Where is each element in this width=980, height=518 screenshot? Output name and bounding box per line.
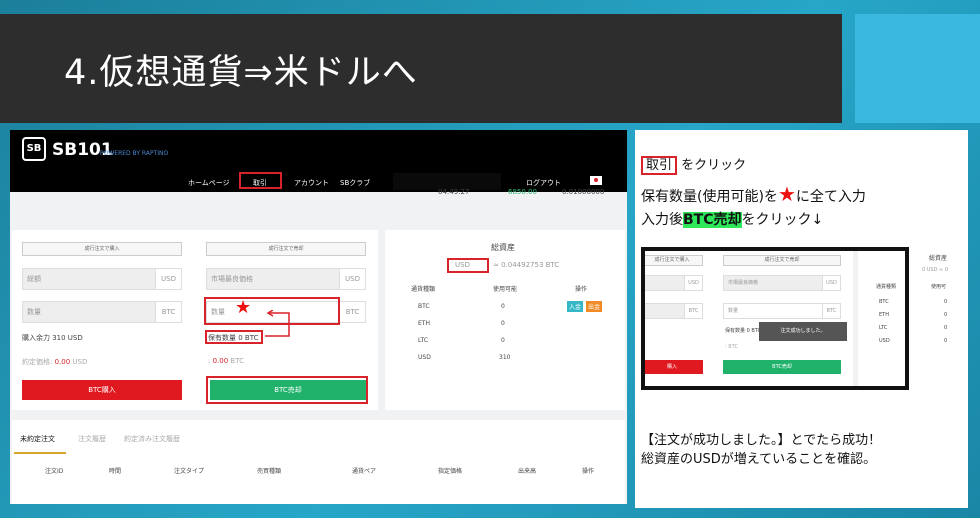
- instruction-line2-a: 保有数量(使用可能)を: [641, 189, 778, 205]
- tab-order-history[interactable]: 注文履歴: [78, 434, 106, 444]
- buy-fee: 約定価格: 0.00 USD: [22, 357, 87, 367]
- logo-icon: SB: [22, 137, 46, 161]
- row-currency: ETH: [418, 320, 430, 327]
- footer-line2: 総資産のUSDが増えていることを確認。: [641, 452, 877, 467]
- col-currency: 通貨種類: [411, 286, 436, 293]
- mini-frame: [641, 247, 909, 390]
- buy-qty-unit: BTC: [155, 302, 181, 322]
- row-currency: USD: [418, 354, 431, 361]
- row-currency: LTC: [418, 337, 429, 344]
- accent-box: [855, 14, 980, 123]
- col-action: 操作: [575, 286, 588, 293]
- row-available: 0: [501, 320, 505, 327]
- tab-filled-history[interactable]: 約定済み注文履歴: [124, 434, 180, 444]
- powered-by: POWERED BY RAPTINO: [100, 150, 169, 157]
- nav-bar: SB SB101 POWERED BY RAPTINO ホームページ 取引 アカ…: [10, 130, 627, 192]
- buy-qty-input[interactable]: 数量 BTC: [22, 301, 182, 323]
- col-operation: 操作: [582, 468, 595, 475]
- buy-fee-unit: USD: [72, 358, 88, 366]
- orders-panel: 未約定注文 注文履歴 約定済み注文履歴 注文ID 時間 注文タイプ 売買種類 通…: [12, 420, 625, 504]
- assets-total: ≈ 0.04492753 BTC: [493, 261, 560, 269]
- withdraw-button[interactable]: 出金: [586, 301, 603, 312]
- footer-line1: 【注文が成功しました。】とでたら成功！: [641, 433, 882, 448]
- instruction-panel: 取引 をクリック 保有数量(使用可能)を★に全て入力 入力後BTC売却をクリック…: [635, 130, 968, 508]
- col-volume: 出来高: [518, 468, 537, 475]
- col-order-id: 注文ID: [45, 468, 64, 475]
- mini-val: 0: [944, 338, 948, 344]
- buy-fee-value: 0.00: [54, 358, 71, 366]
- mini-val: 0: [944, 299, 948, 305]
- highlight-usd: [447, 258, 489, 273]
- ticker-time: 04:49:27: [438, 188, 470, 196]
- instruction-line3-a: 入力後: [641, 212, 683, 228]
- buy-amount-unit: USD: [155, 269, 181, 289]
- highlight-trade: [239, 172, 282, 189]
- nav-logout[interactable]: ログアウト: [526, 178, 561, 188]
- star-icon: ★: [777, 182, 796, 206]
- nav-sbclub[interactable]: SBクラブ: [340, 178, 370, 188]
- ticker-row: 04:49:27 6850.00 0.01000000: [10, 188, 627, 202]
- sell-fee-unit: BTC: [230, 357, 244, 365]
- mini-val: 0: [944, 325, 948, 331]
- sell-qty-unit: BTC: [339, 302, 365, 322]
- sell-highlight: BTC売却: [683, 212, 742, 228]
- assets-title: 総資産: [491, 243, 515, 252]
- instruction-line2-b: に全て入力: [795, 189, 866, 205]
- nav-account[interactable]: アカウント: [294, 178, 329, 188]
- row-currency: BTC: [418, 303, 430, 310]
- sell-price-placeholder: 市場最良価格: [211, 275, 253, 283]
- deposit-button[interactable]: 入金: [567, 301, 584, 312]
- sell-price-unit: USD: [339, 269, 365, 289]
- buy-amount-input[interactable]: 総額 USD: [22, 268, 182, 290]
- order-panel: 成行注文で購入 総額 USD 数量 BTC 購入余力 310 USD 約定価格:…: [12, 230, 378, 410]
- japan-flag-icon[interactable]: [590, 176, 602, 185]
- mini-assets-title: 総資産: [929, 255, 948, 262]
- active-tab-underline: [14, 452, 66, 454]
- sell-fee-prefix: :: [208, 357, 211, 365]
- buy-fee-label: 約定価格:: [22, 358, 53, 366]
- tab-open-orders[interactable]: 未約定注文: [20, 434, 55, 444]
- instruction-line1: 取引 をクリック: [641, 154, 747, 175]
- mini-col2: 使用可: [931, 284, 947, 290]
- buy-amount-placeholder: 総額: [27, 275, 41, 283]
- highlight-holding: [205, 330, 263, 344]
- sell-fee: : 0.00 BTC: [208, 357, 244, 365]
- ticker-price: 6850.00: [508, 188, 537, 196]
- col-time: 時間: [109, 468, 122, 475]
- nav-home[interactable]: ホームページ: [188, 178, 230, 188]
- sell-header[interactable]: 成行注文で売却: [206, 242, 366, 256]
- assets-panel: 総資産 USD ≈ 0.04492753 BTC 通貨種類 使用可能 操作 BT…: [385, 230, 625, 410]
- buy-header[interactable]: 成行注文で購入: [22, 242, 182, 256]
- instruction-line3-b: をクリック↓: [741, 212, 824, 228]
- col-pair: 通貨ペア: [352, 468, 377, 475]
- mini-usd-total: 0 USD ≈ 0: [922, 267, 949, 273]
- buy-qty-placeholder: 数量: [27, 308, 41, 316]
- row-available: 0: [501, 303, 505, 310]
- arrow-icon: [265, 310, 290, 337]
- col-available: 使用可能: [493, 286, 518, 293]
- col-side: 売買種類: [257, 468, 282, 475]
- sell-price-input[interactable]: 市場最良価格 USD: [206, 268, 366, 290]
- highlight-trade-label: 取引: [641, 156, 678, 175]
- instruction-line2: 保有数量(使用可能)を★に全て入力: [641, 182, 866, 206]
- sell-fee-value: 0.00: [212, 357, 229, 365]
- col-price: 指定価格: [438, 468, 463, 475]
- instruction-line1-text: をクリック: [681, 158, 747, 173]
- highlight-sell: [206, 376, 368, 404]
- ticker-amount: 0.01000000: [562, 188, 605, 196]
- slide-title: 4.仮想通貨⇒米ドルへ: [64, 53, 418, 93]
- exchange-screenshot: SB SB101 POWERED BY RAPTINO ホームページ 取引 アカ…: [10, 130, 627, 504]
- row-available: 0: [501, 337, 505, 344]
- mini-val: 0: [944, 312, 948, 318]
- btc-buy-button[interactable]: BTC購入: [22, 380, 182, 400]
- row-available: 310: [499, 354, 511, 361]
- instruction-line3: 入力後BTC売却をクリック↓: [641, 209, 823, 229]
- buy-available: 購入余力 310 USD: [22, 334, 83, 342]
- col-order-type: 注文タイプ: [174, 468, 205, 475]
